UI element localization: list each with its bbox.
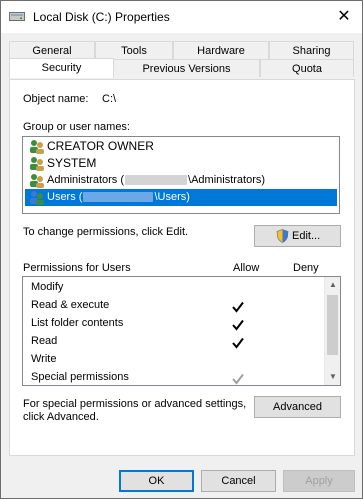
tab-sharing[interactable]: Sharing xyxy=(269,41,354,59)
user-group-icon xyxy=(30,191,44,205)
permission-row: Modify xyxy=(23,279,323,297)
edit-button[interactable]: Edit... xyxy=(254,225,341,247)
permission-name: Write xyxy=(31,353,57,365)
shield-icon xyxy=(276,229,289,243)
scroll-up-arrow-icon[interactable]: ▲ xyxy=(325,277,341,293)
list-item[interactable]: Administrators (\Administrators) xyxy=(25,172,337,189)
redacted-text xyxy=(83,192,154,203)
tab-row-1: General Tools Hardware Sharing xyxy=(9,41,354,59)
window-title: Local Disk (C:) Properties xyxy=(33,10,170,24)
user-group-icon xyxy=(30,157,44,171)
permission-name: Read & execute xyxy=(31,299,110,311)
group-name: CREATOR OWNER xyxy=(47,139,154,153)
scroll-thumb[interactable] xyxy=(327,295,338,355)
tab-tools[interactable]: Tools xyxy=(95,41,173,59)
allow-header: Allow xyxy=(233,262,260,274)
advanced-button[interactable]: Advanced xyxy=(254,396,341,418)
group-name: Administrators (\Administrators) xyxy=(47,174,266,186)
object-name-value: C:\ xyxy=(102,93,117,105)
permission-name: Read xyxy=(31,335,58,347)
permission-row: List folder contents xyxy=(23,315,323,333)
permission-name: Modify xyxy=(31,281,64,293)
permission-row: Write xyxy=(23,351,323,369)
permissions-list[interactable]: Modify Read & execute List folder contents… xyxy=(22,276,341,386)
inherited-check-icon xyxy=(232,373,244,385)
tab-general[interactable]: General xyxy=(9,41,95,59)
permission-row: Read & execute xyxy=(23,297,323,315)
tab-hardware[interactable]: Hardware xyxy=(173,41,269,59)
tab-quota[interactable]: Quota xyxy=(260,59,354,77)
drive-icon xyxy=(9,12,25,21)
user-group-icon xyxy=(30,140,44,154)
redacted-text xyxy=(125,175,188,186)
special-permissions-text-line1: For special permissions or advanced sett… xyxy=(23,398,247,410)
security-panel: Object name: C:\ Group or user names: CR… xyxy=(9,79,355,456)
close-button[interactable]: ✕ xyxy=(332,5,356,29)
groups-list[interactable]: CREATOR OWNER SYSTEM Administrators (\Ad… xyxy=(22,136,340,214)
tab-security[interactable]: Security xyxy=(9,58,114,78)
permission-name: Special permissions xyxy=(31,371,129,383)
vertical-scrollbar[interactable]: ▲ ▼ xyxy=(324,277,340,385)
check-icon xyxy=(232,319,244,331)
permission-row: Special permissions xyxy=(23,369,323,387)
check-icon xyxy=(232,301,244,313)
check-icon xyxy=(232,337,244,349)
tab-previous-versions[interactable]: Previous Versions xyxy=(113,59,260,77)
edit-button-label: Edit... xyxy=(292,230,321,242)
group-name: SYSTEM xyxy=(47,156,97,170)
properties-window: Local Disk (C:) Properties ✕ General Too… xyxy=(0,0,363,499)
permission-row: Read xyxy=(23,333,323,351)
list-item-selected[interactable]: Users (\Users) xyxy=(25,189,337,206)
ok-button[interactable]: OK xyxy=(119,470,194,492)
scroll-down-arrow-icon[interactable]: ▼ xyxy=(325,369,341,385)
change-permissions-text: To change permissions, click Edit. xyxy=(23,226,189,238)
deny-header: Deny xyxy=(293,262,319,274)
list-item[interactable]: SYSTEM xyxy=(25,155,337,172)
user-group-icon xyxy=(30,174,44,188)
permissions-label: Permissions for Users xyxy=(23,262,131,274)
group-name: Users (\Users) xyxy=(47,191,190,203)
special-permissions-text-line2: click Advanced. xyxy=(23,411,99,423)
list-item[interactable]: CREATOR OWNER xyxy=(25,138,337,155)
permission-name: List folder contents xyxy=(31,317,124,329)
object-name-label: Object name: xyxy=(23,93,89,105)
title-bar: Local Disk (C:) Properties ✕ xyxy=(1,1,362,33)
apply-button[interactable]: Apply xyxy=(283,470,355,492)
cancel-button[interactable]: Cancel xyxy=(201,470,276,492)
groups-label: Group or user names: xyxy=(23,121,130,133)
